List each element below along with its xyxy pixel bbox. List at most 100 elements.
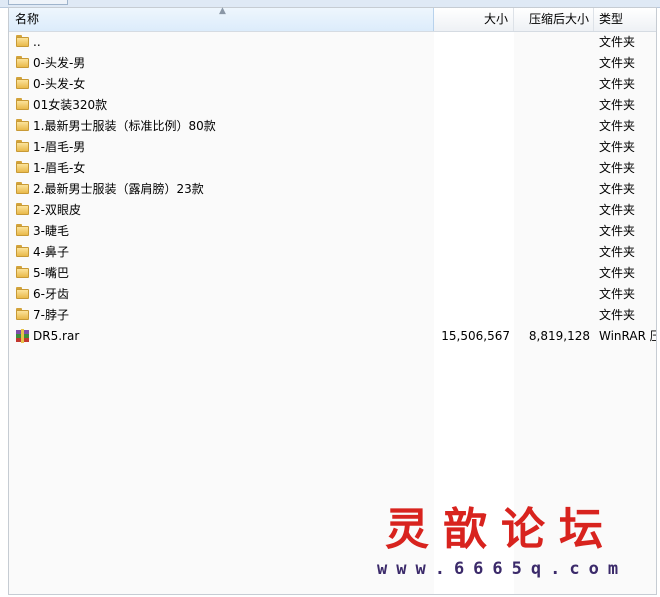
file-row[interactable]: 4-鼻子 文件夹	[9, 242, 656, 263]
file-row[interactable]: .. 文件夹	[9, 32, 656, 53]
folder-icon	[15, 181, 30, 196]
file-type-cell: 文件夹	[599, 182, 636, 196]
file-name-cell[interactable]: 3-睫毛	[15, 221, 430, 242]
folder-icon	[15, 202, 30, 217]
file-size-cell	[434, 221, 510, 242]
file-row[interactable]: 2.最新男士服装（露肩膀）23款 文件夹	[9, 179, 656, 200]
file-packed-size-cell	[514, 284, 590, 305]
file-name-cell[interactable]: 0-头发-女	[15, 74, 430, 95]
file-type-cell: 文件夹	[599, 224, 636, 238]
folder-icon	[15, 34, 30, 49]
column-header-name[interactable]: ▲ 名称	[9, 6, 434, 31]
file-size-cell	[434, 158, 510, 179]
file-packed-size-cell	[514, 158, 590, 179]
file-name-label: 7-脖子	[33, 308, 69, 322]
file-name-label: 0-头发-男	[33, 56, 86, 70]
file-name-label: 4-鼻子	[33, 245, 69, 259]
file-name-label: DR5.rar	[33, 329, 80, 343]
file-name-cell[interactable]: ..	[15, 32, 430, 53]
file-name-cell[interactable]: 1-眉毛-女	[15, 158, 430, 179]
file-name-label: 1-眉毛-男	[33, 140, 86, 154]
top-strip-tab	[8, 0, 68, 5]
file-row[interactable]: 7-脖子 文件夹	[9, 305, 656, 326]
file-row[interactable]: 3-睫毛 文件夹	[9, 221, 656, 242]
file-type-cell: 文件夹	[599, 203, 636, 217]
folder-icon	[15, 139, 30, 154]
file-row[interactable]: 1.最新男士服装（标准比例）80款 文件夹	[9, 116, 656, 137]
file-name-cell[interactable]: 6-牙齿	[15, 284, 430, 305]
file-type-cell: 文件夹	[599, 161, 636, 175]
file-name-cell[interactable]: 1-眉毛-男	[15, 137, 430, 158]
file-size-cell	[434, 242, 510, 263]
file-name-cell[interactable]: 01女装320款	[15, 95, 430, 116]
file-size-cell	[434, 263, 510, 284]
column-header-row: ▲ 名称 大小 压缩后大小 类型	[9, 6, 656, 32]
file-row[interactable]: 0-头发-男 文件夹	[9, 53, 656, 74]
file-name-cell[interactable]: 5-嘴巴	[15, 263, 430, 284]
file-name-label: 6-牙齿	[33, 287, 69, 301]
file-row[interactable]: DR5.rar 15,506,567 8,819,128 WinRAR 压	[9, 326, 656, 347]
file-size-cell	[434, 284, 510, 305]
file-type-cell: 文件夹	[599, 140, 636, 154]
file-type-cell: 文件夹	[599, 77, 636, 91]
file-type-cell: 文件夹	[599, 119, 636, 133]
file-name-cell[interactable]: 4-鼻子	[15, 242, 430, 263]
folder-icon	[15, 244, 30, 259]
file-type-cell: 文件夹	[599, 266, 636, 280]
file-row[interactable]: 6-牙齿 文件夹	[9, 284, 656, 305]
file-row[interactable]: 1-眉毛-男 文件夹	[9, 137, 656, 158]
file-name-label: 2.最新男士服装（露肩膀）23款	[33, 182, 204, 196]
file-name-cell[interactable]: 7-脖子	[15, 305, 430, 326]
file-packed-size-cell	[514, 179, 590, 200]
file-name-cell[interactable]: 2-双眼皮	[15, 200, 430, 221]
file-packed-size-cell	[514, 53, 590, 74]
folder-icon	[15, 160, 30, 175]
file-row[interactable]: 2-双眼皮 文件夹	[9, 200, 656, 221]
rar-archive-icon	[15, 328, 30, 343]
watermark: 灵歆论坛 www.6665q.com	[375, 505, 655, 590]
folder-icon	[15, 97, 30, 112]
file-size-cell	[434, 179, 510, 200]
file-packed-size-cell	[514, 242, 590, 263]
file-name-label: 3-睫毛	[33, 224, 69, 238]
file-type-cell: 文件夹	[599, 245, 636, 259]
file-name-label: 1.最新男士服装（标准比例）80款	[33, 119, 216, 133]
folder-icon	[15, 307, 30, 322]
file-row[interactable]: 1-眉毛-女 文件夹	[9, 158, 656, 179]
file-row[interactable]: 0-头发-女 文件夹	[9, 74, 656, 95]
file-size-cell	[434, 74, 510, 95]
file-name-label: 01女装320款	[33, 98, 108, 112]
file-type-cell: WinRAR 压	[599, 329, 656, 343]
file-name-cell[interactable]: 1.最新男士服装（标准比例）80款	[15, 116, 430, 137]
file-type-cell: 文件夹	[599, 98, 636, 112]
folder-icon	[15, 76, 30, 91]
column-header-size[interactable]: 大小	[434, 8, 514, 31]
file-name-cell[interactable]: DR5.rar	[15, 326, 430, 347]
file-name-cell[interactable]: 0-头发-男	[15, 53, 430, 74]
file-row[interactable]: 5-嘴巴 文件夹	[9, 263, 656, 284]
file-type-cell: 文件夹	[599, 35, 636, 49]
column-header-packed-size[interactable]: 压缩后大小	[514, 8, 594, 31]
file-row[interactable]: 01女装320款 文件夹	[9, 95, 656, 116]
file-list: .. 文件夹 0-头发-男 文件夹 0-头发-女 文件夹 01女装320款 文件夹 1.最新男士…	[9, 32, 656, 347]
file-size-cell	[434, 137, 510, 158]
watermark-url: www.6665q.com	[377, 559, 628, 579]
file-name-cell[interactable]: 2.最新男士服装（露肩膀）23款	[15, 179, 430, 200]
file-type-cell: 文件夹	[599, 308, 636, 322]
folder-icon	[15, 118, 30, 133]
file-packed-size-cell	[514, 200, 590, 221]
folder-icon	[15, 286, 30, 301]
folder-icon	[15, 223, 30, 238]
file-size-cell	[434, 116, 510, 137]
file-type-cell: 文件夹	[599, 287, 636, 301]
column-header-type[interactable]: 类型	[594, 8, 656, 31]
file-packed-size-cell	[514, 263, 590, 284]
sort-ascending-icon: ▲	[219, 6, 226, 16]
folder-icon	[15, 55, 30, 70]
file-size-cell	[434, 32, 510, 53]
file-packed-size-cell: 8,819,128	[528, 329, 590, 343]
file-size-cell: 15,506,567	[441, 329, 510, 343]
file-name-label: ..	[33, 35, 41, 49]
file-packed-size-cell	[514, 137, 590, 158]
file-packed-size-cell	[514, 116, 590, 137]
